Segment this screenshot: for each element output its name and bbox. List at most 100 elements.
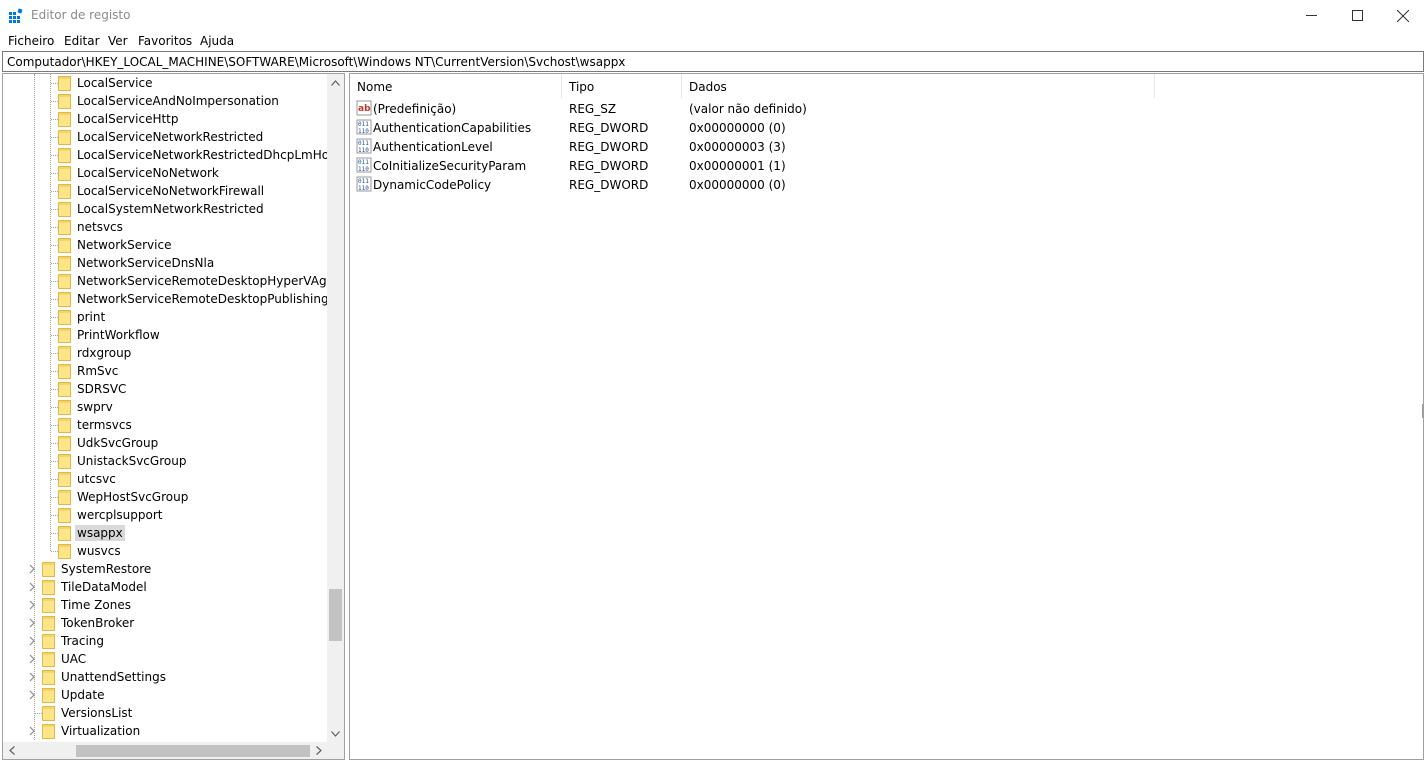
tree-horizontal-scroll-thumb[interactable] xyxy=(76,745,310,757)
tree-item-localservicenonetwork[interactable]: LocalServiceNoNetwork xyxy=(3,164,325,182)
tree-item-tokenbroker[interactable]: TokenBroker xyxy=(3,614,325,632)
tree-item-termsvcs[interactable]: termsvcs xyxy=(3,416,325,434)
tree-item-unattendsettings[interactable]: UnattendSettings xyxy=(3,668,325,686)
close-button[interactable] xyxy=(1380,0,1426,31)
value-row[interactable]: 011 110 CoInitializeSecurityParam REG_DWORD… xyxy=(350,156,1420,175)
tree-item-printworkflow[interactable]: PrintWorkflow xyxy=(3,326,325,344)
expand-chevron-icon[interactable] xyxy=(27,600,37,610)
tree-item-networkserviceremotedesktoppublishing[interactable]: NetworkServiceRemoteDesktopPublishing xyxy=(3,290,329,308)
tree-item-wusvcs[interactable]: wusvcs xyxy=(3,542,325,560)
tree-item-localsystemnetworkrestricted[interactable]: LocalSystemNetworkRestricted xyxy=(3,200,325,218)
value-row[interactable]: 011 110 AuthenticationLevel REG_DWORD 0x0000… xyxy=(350,137,1420,156)
scroll-right-button[interactable] xyxy=(310,742,327,759)
tree-connector-line xyxy=(51,173,58,174)
folder-icon xyxy=(58,112,71,127)
menu-ajuda[interactable]: Ajuda xyxy=(200,34,234,48)
tree-item-virtualization[interactable]: Virtualization xyxy=(3,722,325,740)
title-bar[interactable]: Editor de registo xyxy=(0,0,1426,31)
address-path[interactable]: Computador\HKEY_LOCAL_MACHINE\SOFTWARE\M… xyxy=(7,55,625,69)
tree-item-networkserviceremotedesktophypervagent[interactable]: NetworkServiceRemoteDesktopHyperVAgent xyxy=(3,272,344,290)
values-list-pane[interactable]: Nome Tipo Dados ab (Predefinição) REG_SZ (v… xyxy=(349,73,1424,760)
tree-item-localserviceandnoimpersonation[interactable]: LocalServiceAndNoImpersonation xyxy=(3,92,325,110)
tree-item-label: utcsvc xyxy=(77,472,116,486)
tree-item-utcsvc[interactable]: utcsvc xyxy=(3,470,325,488)
scroll-up-button[interactable] xyxy=(327,74,344,91)
tree-item-localservicehttp[interactable]: LocalServiceHttp xyxy=(3,110,325,128)
tree-connector-line xyxy=(51,479,58,480)
tree-item-label: LocalServiceAndNoImpersonation xyxy=(77,94,279,108)
expand-chevron-icon[interactable] xyxy=(27,672,37,682)
tree-item-swprv[interactable]: swprv xyxy=(3,398,325,416)
tree-connector-line xyxy=(51,281,58,282)
tree-connector-line xyxy=(51,533,58,534)
expand-chevron-icon[interactable] xyxy=(27,618,37,628)
tree-item-rmsvc[interactable]: RmSvc xyxy=(3,362,325,380)
value-type: REG_SZ xyxy=(569,102,617,116)
window-title: Editor de registo xyxy=(31,8,131,22)
tree-item-update[interactable]: Update xyxy=(3,686,325,704)
tree-item-wercplsupport[interactable]: wercplsupport xyxy=(3,506,325,524)
expand-chevron-icon[interactable] xyxy=(27,564,37,574)
address-bar[interactable]: Computador\HKEY_LOCAL_MACHINE\SOFTWARE\M… xyxy=(2,51,1424,72)
tree-item-netsvcs[interactable]: netsvcs xyxy=(3,218,325,236)
tree-item-print[interactable]: print xyxy=(3,308,325,326)
folder-icon xyxy=(58,346,71,361)
tree-vertical-scrollbar[interactable] xyxy=(327,74,344,742)
expand-chevron-icon[interactable] xyxy=(27,690,37,700)
tree-item-label: Tracing xyxy=(61,634,105,648)
tree-item-time-zones[interactable]: Time Zones xyxy=(3,596,325,614)
tree-item-wsappx[interactable]: wsappx xyxy=(3,524,325,542)
maximize-button[interactable] xyxy=(1334,0,1380,31)
tree-connector-line xyxy=(51,119,58,120)
expand-chevron-icon[interactable] xyxy=(27,726,37,736)
folder-icon xyxy=(58,508,71,523)
tree-item-localservicenonetworkfirewall[interactable]: LocalServiceNoNetworkFirewall xyxy=(3,182,325,200)
window-resize-edge[interactable] xyxy=(1422,404,1425,418)
tree-item-udksvcgroup[interactable]: UdkSvcGroup xyxy=(3,434,325,452)
tree-item-uac[interactable]: UAC xyxy=(3,650,325,668)
column-header-dados[interactable]: Dados xyxy=(682,74,1155,98)
tree-item-systemrestore[interactable]: SystemRestore xyxy=(3,560,325,578)
tree-item-localservice[interactable]: LocalService xyxy=(3,74,325,92)
key-tree-pane[interactable]: LocalService LocalServiceAndNoImpersonati… xyxy=(2,73,345,760)
expand-chevron-icon[interactable] xyxy=(27,636,37,646)
tree-item-label: WepHostSvcGroup xyxy=(77,490,189,504)
scroll-down-button[interactable] xyxy=(327,725,344,742)
tree-item-tiledatamodel[interactable]: TileDataModel xyxy=(3,578,325,596)
tree-connector-line xyxy=(51,461,58,462)
tree-item-label: SystemRestore xyxy=(61,562,152,576)
tree-vertical-scroll-thumb[interactable] xyxy=(329,589,342,641)
tree-connector-line xyxy=(51,317,58,318)
tree-item-networkservice[interactable]: NetworkService xyxy=(3,236,325,254)
value-row[interactable]: 011 110 AuthenticationCapabilities REG_DWOR… xyxy=(350,118,1420,137)
binary-value-icon: 011110 xyxy=(356,157,372,173)
tree-item-rdxgroup[interactable]: rdxgroup xyxy=(3,344,325,362)
expand-chevron-icon[interactable] xyxy=(27,582,37,592)
column-header-nome[interactable]: Nome xyxy=(350,74,562,98)
tree-item-networkservicednsnla[interactable]: NetworkServiceDnsNla xyxy=(3,254,325,272)
tree-item-localservicenetworkrestricteddhcplmhosts[interactable]: LocalServiceNetworkRestrictedDhcpLmHosts xyxy=(3,146,344,164)
minimize-button[interactable] xyxy=(1288,0,1334,31)
menu-ficheiro[interactable]: Ficheiro xyxy=(8,34,54,48)
menu-favoritos[interactable]: Favoritos xyxy=(138,34,192,48)
tree-item-wephostsvcgroup[interactable]: WepHostSvcGroup xyxy=(3,488,325,506)
folder-icon xyxy=(58,256,71,271)
value-row[interactable]: ab (Predefinição) REG_SZ (valor não definid… xyxy=(350,99,1420,118)
column-header-tipo[interactable]: Tipo xyxy=(562,74,682,98)
tree-item-tracing[interactable]: Tracing xyxy=(3,632,325,650)
tree-item-localservicenetworkrestricted[interactable]: LocalServiceNetworkRestricted xyxy=(3,128,325,146)
menu-editar[interactable]: Editar xyxy=(64,34,100,48)
svg-text:011: 011 xyxy=(358,178,369,185)
scroll-left-button[interactable] xyxy=(3,742,20,759)
tree-connector-line xyxy=(51,389,58,390)
menu-ver[interactable]: Ver xyxy=(108,34,128,48)
expand-chevron-icon[interactable] xyxy=(27,654,37,664)
tree-connector-line xyxy=(51,137,58,138)
tree-item-versionslist[interactable]: VersionsList xyxy=(3,704,325,722)
value-type: REG_DWORD xyxy=(569,140,649,154)
tree-item-unistacksvcgroup[interactable]: UnistackSvcGroup xyxy=(3,452,325,470)
tree-horizontal-scrollbar[interactable] xyxy=(3,742,327,759)
value-row[interactable]: 011 110 DynamicCodePolicy REG_DWORD 0x000000… xyxy=(350,175,1420,194)
folder-icon xyxy=(42,562,55,577)
tree-item-sdrsvc[interactable]: SDRSVC xyxy=(3,380,325,398)
